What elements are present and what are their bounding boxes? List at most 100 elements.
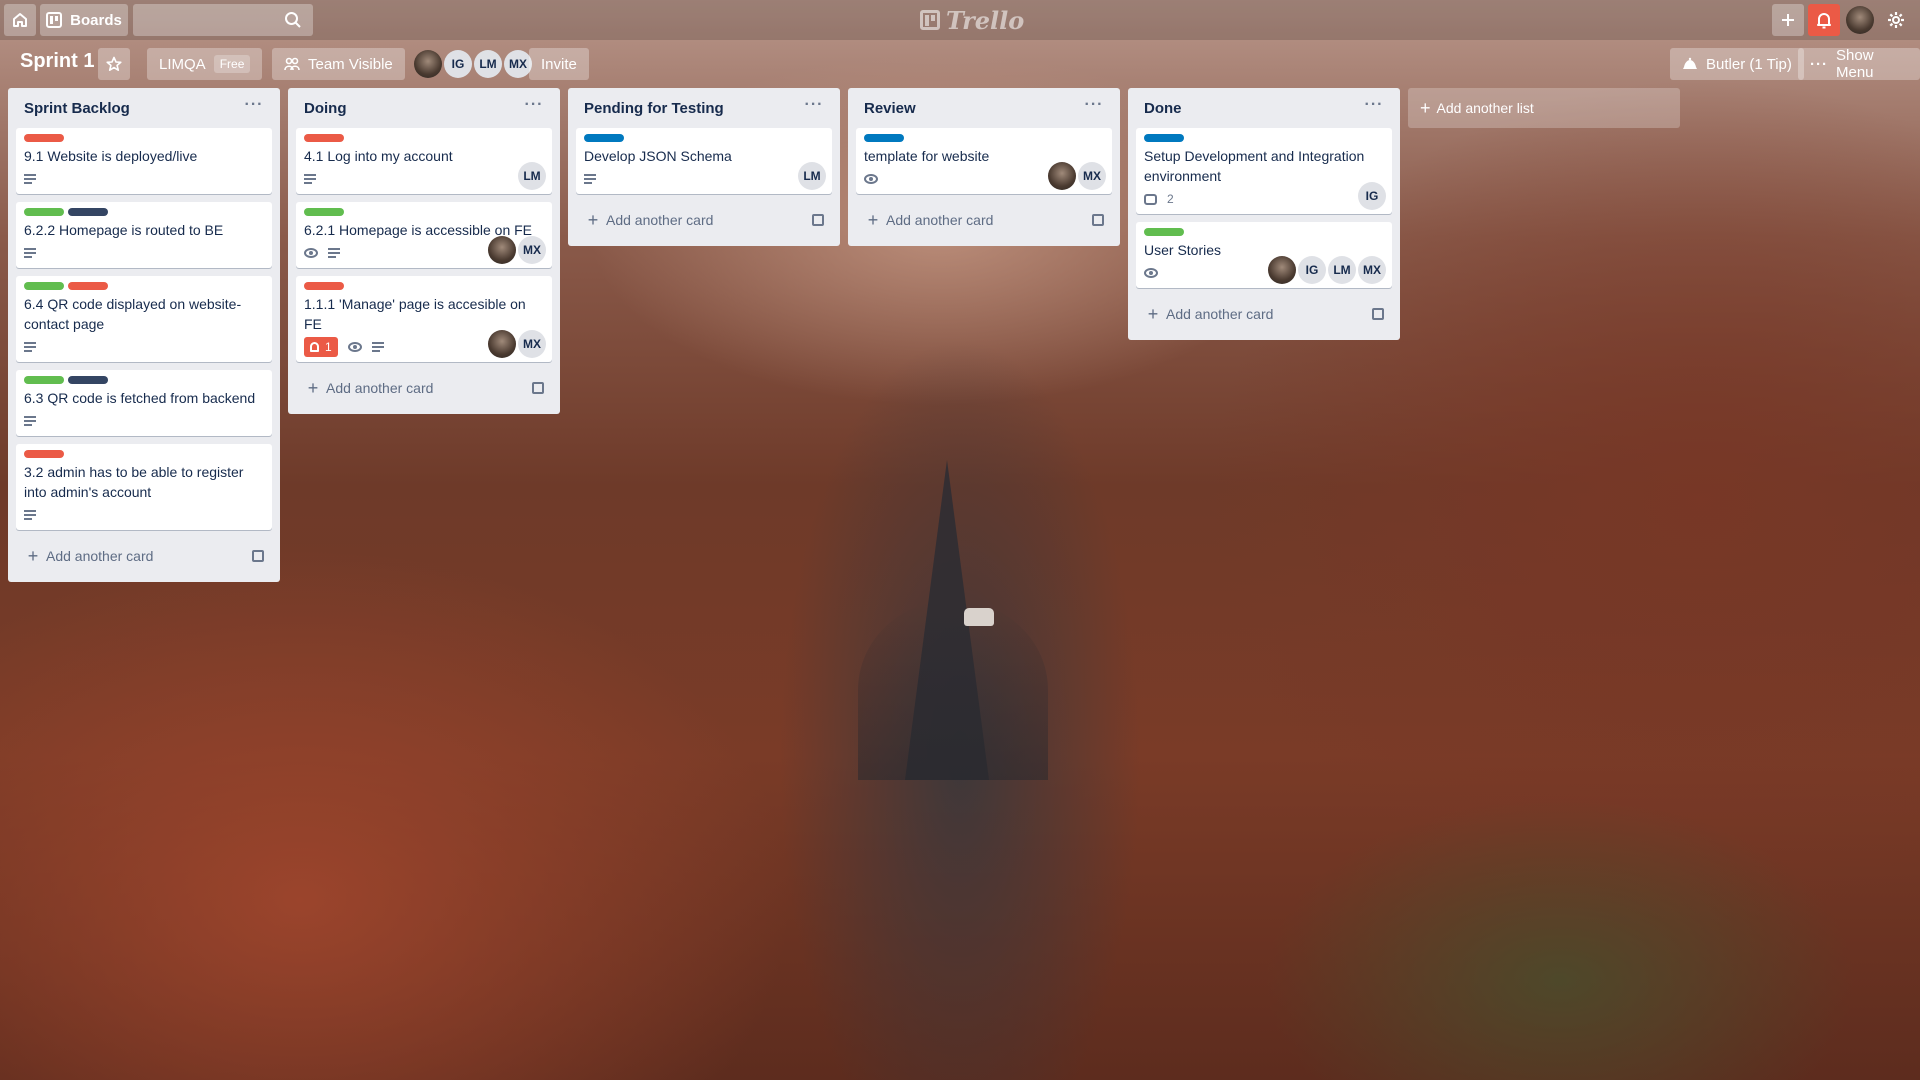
member-avatar[interactable]: IG (444, 50, 472, 78)
more-icon: ··· (1810, 55, 1828, 73)
label-green[interactable] (304, 208, 344, 216)
visibility-button[interactable]: Team Visible (272, 48, 405, 80)
card-member-avatar[interactable]: LM (518, 162, 546, 190)
list-header[interactable]: Doing ··· (296, 88, 552, 128)
card-title: 3.2 admin has to be able to register int… (24, 464, 244, 500)
label-navy[interactable] (68, 376, 108, 384)
label-red[interactable] (304, 134, 344, 142)
card[interactable]: 9.1 Website is deployed/live (16, 128, 272, 194)
list-title[interactable]: Review (864, 100, 916, 117)
label-blue[interactable] (864, 134, 904, 142)
add-card-button[interactable]: + Add another card (1136, 296, 1392, 332)
label-red[interactable] (68, 282, 108, 290)
label-blue[interactable] (1144, 134, 1184, 142)
description-icon (304, 174, 316, 184)
card[interactable]: 6.4 QR code displayed on website-contact… (16, 276, 272, 362)
boards-button[interactable]: Boards (40, 4, 128, 36)
list-title[interactable]: Done (1144, 100, 1182, 117)
description-icon (24, 342, 36, 352)
user-avatar[interactable] (1846, 6, 1874, 34)
member-avatar-photo[interactable] (414, 50, 442, 78)
star-button[interactable] (98, 48, 130, 80)
list-menu-icon[interactable]: ··· (522, 96, 546, 120)
settings-button[interactable] (1880, 4, 1912, 36)
trello-logo[interactable]: Trello (920, 6, 1024, 35)
label-red[interactable] (24, 134, 64, 142)
label-blue[interactable] (584, 134, 624, 142)
card-member-avatar[interactable]: MX (518, 236, 546, 264)
list-title[interactable]: Doing (304, 100, 347, 117)
list-title[interactable]: Sprint Backlog (24, 100, 130, 117)
board-icon (46, 12, 63, 28)
card-member-avatar-photo[interactable] (1268, 256, 1296, 284)
card-template-icon[interactable] (1372, 308, 1384, 320)
card-member-avatar-photo[interactable] (1048, 162, 1076, 190)
card[interactable]: 6.2.2 Homepage is routed to BE (16, 202, 272, 268)
list-header[interactable]: Pending for Testing ··· (576, 88, 832, 128)
card[interactable]: 1.1.1 'Manage' page is accesible on FE 1… (296, 276, 552, 362)
card[interactable]: User Stories IG LM MX (1136, 222, 1392, 288)
board-title[interactable]: Sprint 1 (20, 50, 94, 73)
list-menu-icon[interactable]: ··· (1362, 96, 1386, 120)
card[interactable]: 6.3 QR code is fetched from backend (16, 370, 272, 436)
watch-icon (1144, 268, 1158, 278)
home-icon (13, 13, 27, 27)
card-member-avatar-photo[interactable] (488, 236, 516, 264)
list-header[interactable]: Review ··· (856, 88, 1112, 128)
home-button[interactable] (4, 4, 36, 36)
label-green[interactable] (24, 376, 64, 384)
card-template-icon[interactable] (812, 214, 824, 226)
top-header: Boards Trello (0, 0, 1920, 40)
gear-icon (1888, 12, 1904, 28)
list-menu-icon[interactable]: ··· (1082, 96, 1106, 120)
card-template-icon[interactable] (1092, 214, 1104, 226)
member-avatar[interactable]: MX (504, 50, 532, 78)
notifications-button[interactable] (1808, 4, 1840, 36)
card-member-avatar-photo[interactable] (488, 330, 516, 358)
label-navy[interactable] (68, 208, 108, 216)
card[interactable]: 6.2.1 Homepage is accessible on FE MX (296, 202, 552, 268)
invite-button[interactable]: Invite (529, 48, 589, 80)
label-green[interactable] (24, 208, 64, 216)
card-member-avatar[interactable]: LM (1328, 256, 1356, 284)
list-menu-icon[interactable]: ··· (242, 96, 266, 120)
label-red[interactable] (304, 282, 344, 290)
team-button[interactable]: LIMQA Free (147, 48, 263, 80)
card[interactable]: Setup Development and Integration enviro… (1136, 128, 1392, 214)
butler-button[interactable]: Butler (1 Tip) (1670, 48, 1804, 80)
member-avatar[interactable]: LM (474, 50, 502, 78)
card[interactable]: Develop JSON Schema LM (576, 128, 832, 194)
description-icon (24, 510, 36, 520)
card-member-avatar[interactable]: MX (518, 330, 546, 358)
create-button[interactable] (1772, 4, 1804, 36)
card-member-avatar[interactable]: IG (1298, 256, 1326, 284)
card-title: 6.2.2 Homepage is routed to BE (24, 222, 224, 238)
list-menu-icon[interactable]: ··· (802, 96, 826, 120)
card-member-avatar[interactable]: MX (1358, 256, 1386, 284)
add-list-button[interactable]: + Add another list (1408, 88, 1680, 128)
card[interactable]: 4.1 Log into my account LM (296, 128, 552, 194)
label-green[interactable] (24, 282, 64, 290)
show-menu-button[interactable]: ··· Show Menu (1798, 47, 1920, 81)
card[interactable]: 3.2 admin has to be able to register int… (16, 444, 272, 530)
add-card-button[interactable]: + Add another card (856, 202, 1112, 238)
add-card-button[interactable]: + Add another card (296, 370, 552, 406)
card-member-avatar[interactable]: MX (1078, 162, 1106, 190)
card[interactable]: template for website MX (856, 128, 1112, 194)
add-card-button[interactable]: + Add another card (576, 202, 832, 238)
card-member-avatar[interactable]: IG (1358, 182, 1386, 210)
search-icon[interactable] (284, 11, 302, 29)
card-template-icon[interactable] (532, 382, 544, 394)
list-header[interactable]: Sprint Backlog ··· (16, 88, 272, 128)
add-card-button[interactable]: + Add another card (16, 538, 272, 574)
card-member-avatar[interactable]: LM (798, 162, 826, 190)
card-template-icon[interactable] (252, 550, 264, 562)
list-title[interactable]: Pending for Testing (584, 100, 724, 117)
list-pending-for-testing: Pending for Testing ··· Develop JSON Sch… (568, 88, 840, 246)
team-name: LIMQA (159, 55, 206, 73)
list-header[interactable]: Done ··· (1136, 88, 1392, 128)
card-title: 1.1.1 'Manage' page is accesible on FE (304, 296, 526, 332)
free-badge: Free (213, 55, 251, 73)
label-red[interactable] (24, 450, 64, 458)
label-green[interactable] (1144, 228, 1184, 236)
